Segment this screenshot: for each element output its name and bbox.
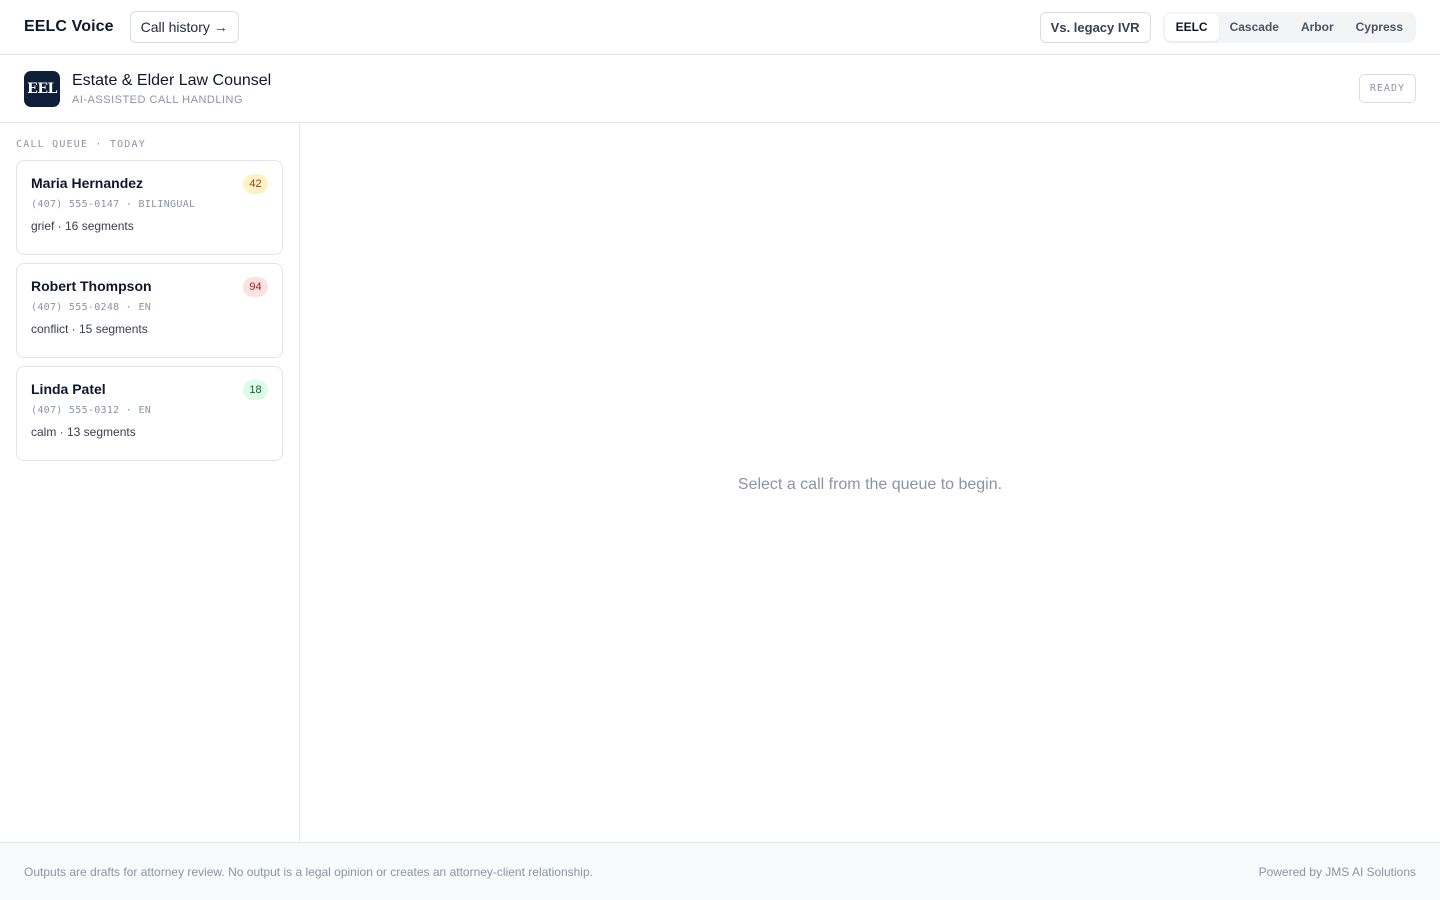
empty-state-message: Select a call from the queue to begin. xyxy=(737,475,1003,493)
top-bar: EELC Voice Call history → Vs. legacy IVR… xyxy=(0,0,1440,55)
caller-name: Maria Hernandez xyxy=(31,175,144,191)
queue-title: CALL QUEUE · TODAY xyxy=(16,139,146,150)
footer-powered-by: Powered by JMS AI Solutions xyxy=(1258,864,1416,879)
call-card[interactable]: Robert Thompson 94 (407) 555-0248 · EN c… xyxy=(16,263,283,358)
caller-name: Linda Patel xyxy=(31,381,106,397)
legacy-ivr-button[interactable]: Vs. legacy IVR xyxy=(1039,11,1151,43)
tenant-cascade[interactable]: Cascade xyxy=(1219,14,1290,41)
firm-subtitle: AI-ASSISTED CALL HANDLING xyxy=(72,93,244,106)
tenant-cypress[interactable]: Cypress xyxy=(1345,14,1414,41)
call-summary: conflict · 15 segments xyxy=(31,322,148,336)
caller-meta: (407) 555-0248 · EN xyxy=(31,302,152,313)
firm-text: Estate & Elder Law Counsel AI-ASSISTED C… xyxy=(72,72,271,106)
risk-score-badge: 94 xyxy=(243,277,268,297)
top-bar-actions: Vs. legacy IVR EELC Cascade Arbor Cypres… xyxy=(1039,11,1416,43)
tenant-switcher: EELC Cascade Arbor Cypress xyxy=(1162,11,1416,43)
caller-meta: (407) 555-0147 · BILINGUAL xyxy=(31,199,196,210)
risk-score-badge: 18 xyxy=(243,380,268,400)
call-history-button[interactable]: Call history → xyxy=(129,11,239,43)
footer: Outputs are drafts for attorney review. … xyxy=(0,842,1440,900)
caller-meta: (407) 555-0312 · EN xyxy=(31,405,152,416)
call-card[interactable]: Linda Patel 18 (407) 555-0312 · EN calm … xyxy=(16,366,283,461)
tenant-arbor[interactable]: Arbor xyxy=(1290,14,1345,41)
call-summary: grief · 16 segments xyxy=(31,219,134,233)
firm-header: EEL Estate & Elder Law Counsel AI-ASSIST… xyxy=(0,55,1440,123)
caller-name: Robert Thompson xyxy=(31,278,152,294)
footer-disclaimer: Outputs are drafts for attorney review. … xyxy=(24,864,593,879)
call-summary: calm · 13 segments xyxy=(31,425,136,439)
firm-logo: EEL xyxy=(24,70,60,107)
call-card[interactable]: Maria Hernandez 42 (407) 555-0147 · BILI… xyxy=(16,160,283,255)
main-panel: Select a call from the queue to begin. xyxy=(300,123,1440,842)
firm-name: Estate & Elder Law Counsel xyxy=(72,71,272,89)
tenant-eelc[interactable]: EELC xyxy=(1164,13,1219,41)
app-brand: EELC Voice xyxy=(24,18,114,35)
call-queue-sidebar: CALL QUEUE · TODAY Maria Hernandez 42 (4… xyxy=(0,123,300,842)
risk-score-badge: 42 xyxy=(243,174,268,194)
status-badge: READY xyxy=(1358,74,1416,103)
